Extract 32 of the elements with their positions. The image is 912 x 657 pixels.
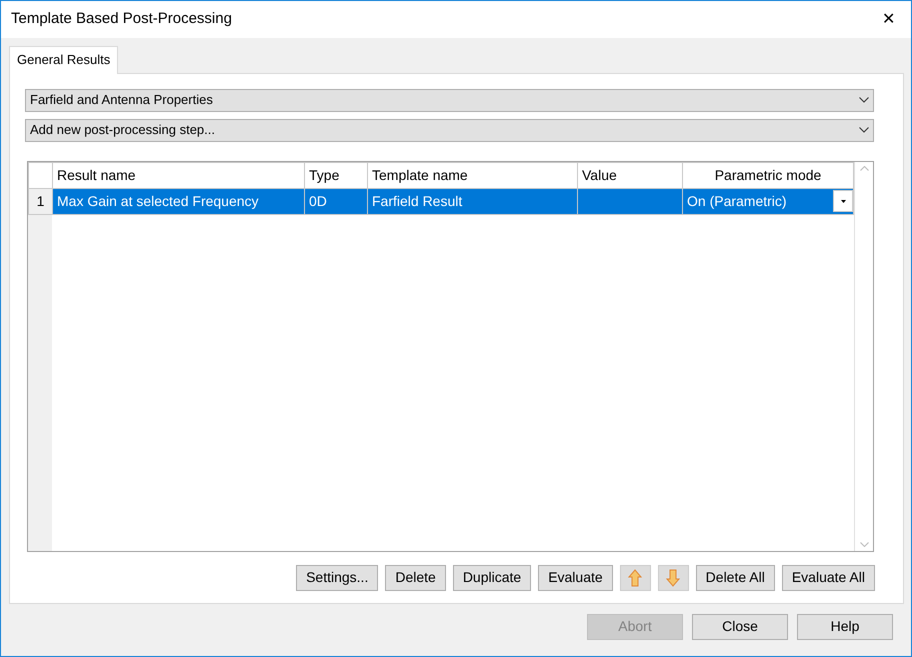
caret-down-icon <box>840 200 846 202</box>
action-button[interactable]: Delete All <box>696 564 775 590</box>
dialog-button[interactable]: Help <box>797 614 893 640</box>
row-number: 1 <box>28 188 52 214</box>
parametric-mode-dropdown[interactable]: On (Parametric) <box>682 188 854 214</box>
chevron-down-icon <box>859 127 869 133</box>
dropdown[interactable]: Add new post-processing step... <box>25 118 874 142</box>
dropdown[interactable]: Farfield and Antenna Properties <box>25 88 874 112</box>
action-button[interactable]: Settings... <box>296 564 378 590</box>
action-button[interactable]: Evaluate All <box>782 564 875 590</box>
tab[interactable]: General Results <box>9 46 118 74</box>
close-button[interactable]: ✕ <box>876 8 901 32</box>
table-cell: Farfield Result <box>368 188 578 214</box>
column-header: Result name <box>52 162 304 188</box>
action-button[interactable]: Delete <box>385 564 446 590</box>
chevron-down-icon <box>859 97 869 103</box>
table-cell: 0D <box>304 188 368 214</box>
column-header: Type <box>304 162 368 188</box>
move-up-button[interactable] <box>620 564 651 590</box>
action-button[interactable]: Evaluate <box>538 564 613 590</box>
arrow-down-icon <box>666 568 680 588</box>
table-cell: Max Gain at selected Frequency <box>52 188 304 214</box>
column-header: Value <box>578 162 682 188</box>
dialog-button[interactable]: Close <box>692 614 788 640</box>
move-down-button[interactable] <box>658 564 689 590</box>
arrow-up-icon <box>628 568 642 588</box>
column-header: Parametric mode <box>682 162 854 188</box>
scroll-down-icon[interactable] <box>860 542 868 546</box>
window-title: Template Based Post-Processing <box>11 9 232 30</box>
action-button[interactable]: Duplicate <box>452 564 532 590</box>
column-header: Template name <box>368 162 578 188</box>
scroll-up-icon[interactable] <box>860 166 868 170</box>
